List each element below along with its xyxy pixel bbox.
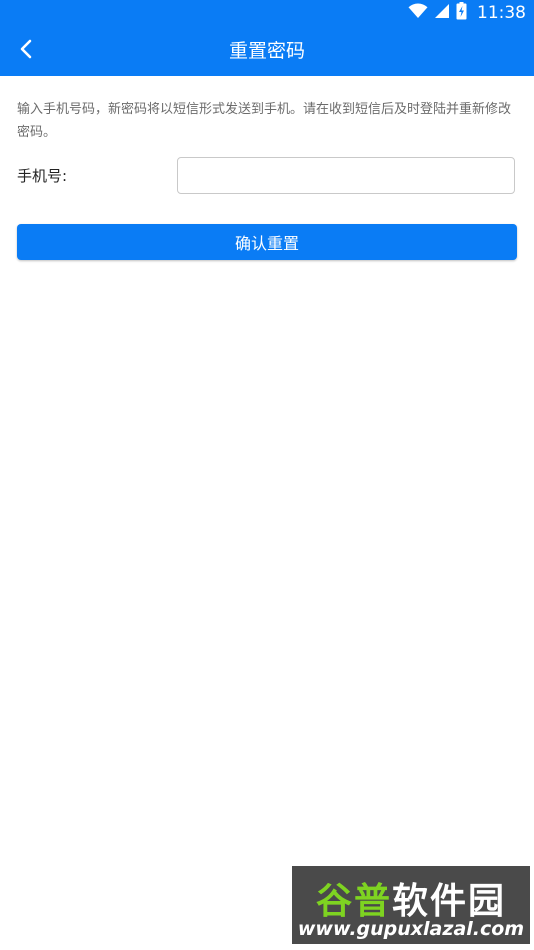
battery-charging-icon (456, 2, 467, 24)
chevron-left-icon (19, 39, 33, 63)
back-button[interactable] (10, 35, 42, 67)
reset-instructions: 输入手机号码，新密码将以短信形式发送到手机。请在收到短信后及时登陆并重新修改密码… (17, 102, 512, 140)
watermark-title-part1: 谷普 (315, 881, 392, 922)
watermark-logo: 谷普软件园 www.gupuxlazal.com (292, 866, 530, 944)
watermark-title: 谷普软件园 (292, 872, 530, 924)
status-bar: 11:38 (0, 0, 534, 26)
status-icons: 11:38 (408, 2, 526, 24)
status-time: 11:38 (477, 3, 526, 23)
app-bar: 重置密码 (0, 26, 534, 76)
watermark-title-part2: 软件园 (392, 881, 507, 922)
page-title: 重置密码 (228, 40, 305, 62)
cellular-signal-icon (434, 3, 450, 23)
watermark-url: www.gupuxlazal.com (297, 918, 525, 940)
wifi-icon (408, 3, 428, 23)
confirm-reset-button[interactable]: 确认重置 (17, 224, 517, 260)
phone-input[interactable] (177, 157, 515, 194)
phone-label: 手机号: (17, 167, 68, 185)
